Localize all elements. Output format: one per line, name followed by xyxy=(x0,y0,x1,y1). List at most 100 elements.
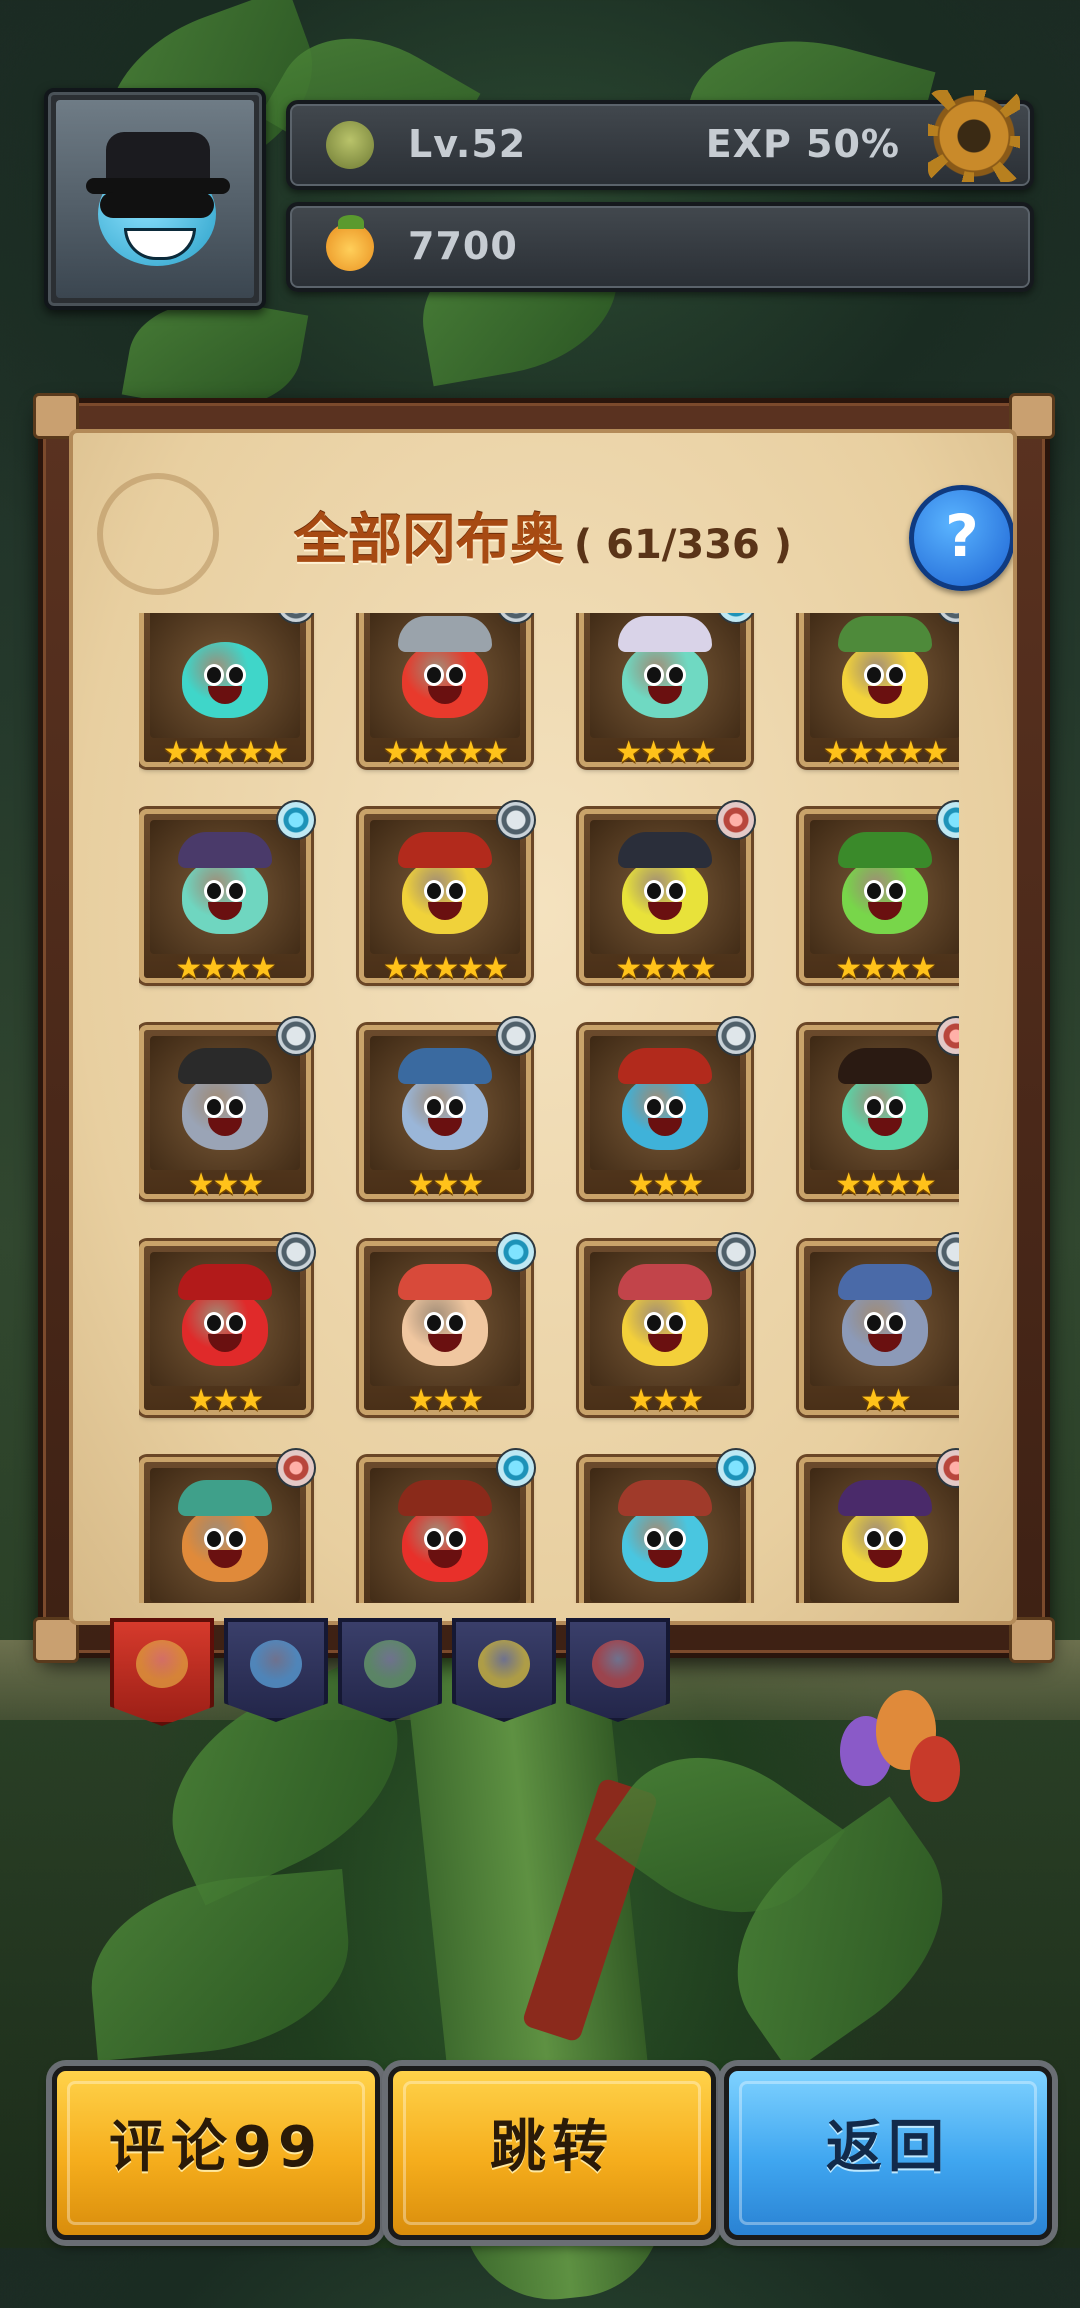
star-rating: ★★★ xyxy=(187,1383,265,1418)
sword-class-icon xyxy=(276,1016,316,1056)
star-rating: ★★★★ xyxy=(835,1167,937,1202)
panel-title-text: 全部冈布奥 xyxy=(293,508,564,571)
tab-blue[interactable] xyxy=(224,1618,328,1722)
creature-card[interactable]: ★★ xyxy=(359,1448,536,1604)
creature-icon xyxy=(622,858,708,934)
creature-card[interactable]: ★★★★ xyxy=(579,613,756,768)
creature-portrait xyxy=(150,1036,300,1170)
hat-icon xyxy=(838,1480,932,1516)
panel-title: 全部冈布奥( 61/336 ) xyxy=(73,495,1013,574)
creature-icon xyxy=(182,1074,268,1150)
star-rating: ★★ xyxy=(584,1602,746,1604)
back-button-label: 返回 xyxy=(826,2115,950,2180)
hat-icon xyxy=(618,1048,712,1084)
hat-icon xyxy=(398,1480,492,1516)
creature-grid[interactable]: ★★★★★ ★★★★★ ★★★★ ★★★★★ ★★★★ ★★★★★ ★★★★ ★★★★ ★★★ ★… xyxy=(139,613,959,1603)
creature-portrait xyxy=(150,613,300,738)
collection-count: ( 61/336 ) xyxy=(573,522,793,568)
star-rating: ★★★★ xyxy=(835,951,937,986)
jump-button[interactable]: 跳转 xyxy=(388,2066,716,2240)
settings-gear-icon[interactable] xyxy=(922,84,1026,188)
creature-portrait xyxy=(150,1468,300,1602)
creature-icon xyxy=(182,1290,268,1366)
creature-card[interactable]: ★★★★ xyxy=(579,800,756,984)
player-avatar[interactable] xyxy=(44,88,266,310)
sword-class-icon xyxy=(276,1232,316,1272)
star-rating: ★★ xyxy=(364,1602,526,1604)
hat-icon xyxy=(178,1264,272,1300)
star-rating: ★★★ xyxy=(627,1383,705,1418)
creature-card[interactable]: ★★★★★ xyxy=(359,613,536,770)
hat-icon xyxy=(838,1264,932,1300)
creature-card[interactable]: ★★★ xyxy=(359,1232,536,1416)
star-rating: ★★★★★ xyxy=(162,735,289,770)
level-label: Lv.52 xyxy=(408,122,527,166)
creature-icon xyxy=(402,858,488,934)
currency-bar: 7700 xyxy=(286,202,1034,292)
creature-icon xyxy=(842,1506,928,1582)
creature-icon xyxy=(622,1506,708,1582)
creature-card[interactable]: ★★★ xyxy=(139,1232,316,1418)
creature-card[interactable]: ★★ xyxy=(579,1448,756,1604)
creature-portrait xyxy=(810,1036,959,1170)
fruit-currency-icon xyxy=(326,215,374,271)
creature-card[interactable]: ★★ xyxy=(799,1232,959,1418)
sword-class-icon xyxy=(496,1016,536,1056)
star-rating: ★★★★★ xyxy=(382,735,509,770)
creature-card[interactable]: ★★★★★ xyxy=(799,613,959,768)
creature-card[interactable]: ★★ xyxy=(799,1448,959,1604)
tab-red[interactable] xyxy=(566,1618,670,1722)
creature-icon xyxy=(622,642,708,718)
creature-card[interactable]: ★★ xyxy=(139,1448,316,1603)
tab-yellow[interactable] xyxy=(452,1618,556,1722)
swirl-class-icon xyxy=(496,1448,536,1488)
creature-card[interactable]: ★★★ xyxy=(359,1016,536,1200)
hat-icon xyxy=(398,1048,492,1084)
avatar-mask xyxy=(100,192,214,218)
hat-icon xyxy=(618,1264,712,1300)
creature-card[interactable]: ★★★ xyxy=(579,1232,756,1418)
creature-portrait xyxy=(590,613,740,738)
creature-card[interactable]: ★★★★ xyxy=(799,1016,959,1202)
creature-icon xyxy=(842,858,928,934)
jump-button-label: 跳转 xyxy=(490,2115,614,2180)
green-category-icon xyxy=(364,1640,416,1688)
back-button[interactable]: 返回 xyxy=(724,2066,1052,2240)
creature-portrait xyxy=(150,1252,300,1386)
hat-icon xyxy=(178,1480,272,1516)
creature-portrait xyxy=(370,1468,520,1602)
creature-icon xyxy=(842,1290,928,1366)
creature-card[interactable]: ★★★★★ xyxy=(139,613,316,770)
creature-icon xyxy=(402,1506,488,1582)
hat-icon xyxy=(178,832,272,868)
tree-icon xyxy=(326,121,374,169)
panel-parchment: 全部冈布奥( 61/336 ) ? ★★★★★ ★★★★★ ★★★★ ★★★★★ ★★★… xyxy=(69,429,1017,1625)
collection-panel: 全部冈布奥( 61/336 ) ? ★★★★★ ★★★★★ ★★★★ ★★★★★ ★★★… xyxy=(33,393,1055,1663)
hat-icon xyxy=(838,1048,932,1084)
creature-portrait xyxy=(370,613,520,738)
star-rating: ★★★★★ xyxy=(382,951,509,986)
star-rating: ★★ xyxy=(860,1383,912,1418)
creature-card[interactable]: ★★★★ xyxy=(139,800,316,986)
hat-icon xyxy=(178,1048,272,1084)
star-rating: ★★★★ xyxy=(175,951,277,986)
tab-all[interactable] xyxy=(110,1618,214,1726)
leaf-decoration xyxy=(83,1868,357,2062)
creature-card[interactable]: ★★★★★ xyxy=(359,800,536,986)
help-button[interactable]: ? xyxy=(909,485,1013,591)
creature-card[interactable]: ★★★ xyxy=(579,1016,756,1202)
creature-icon xyxy=(182,642,268,718)
hat-icon xyxy=(618,832,712,868)
comment-button[interactable]: 评论99 xyxy=(52,2066,380,2240)
tab-green[interactable] xyxy=(338,1618,442,1722)
star-rating: ★★ xyxy=(804,1602,959,1604)
creature-card[interactable]: ★★★★ xyxy=(799,800,959,986)
sword-class-icon xyxy=(496,800,536,840)
creature-icon xyxy=(402,1074,488,1150)
hat-icon xyxy=(838,616,932,652)
creature-card[interactable]: ★★★ xyxy=(139,1016,316,1200)
creature-portrait xyxy=(590,1036,740,1170)
creature-icon xyxy=(622,1290,708,1366)
balloon-decoration xyxy=(910,1736,960,1802)
star-rating: ★★★ xyxy=(627,1167,705,1202)
